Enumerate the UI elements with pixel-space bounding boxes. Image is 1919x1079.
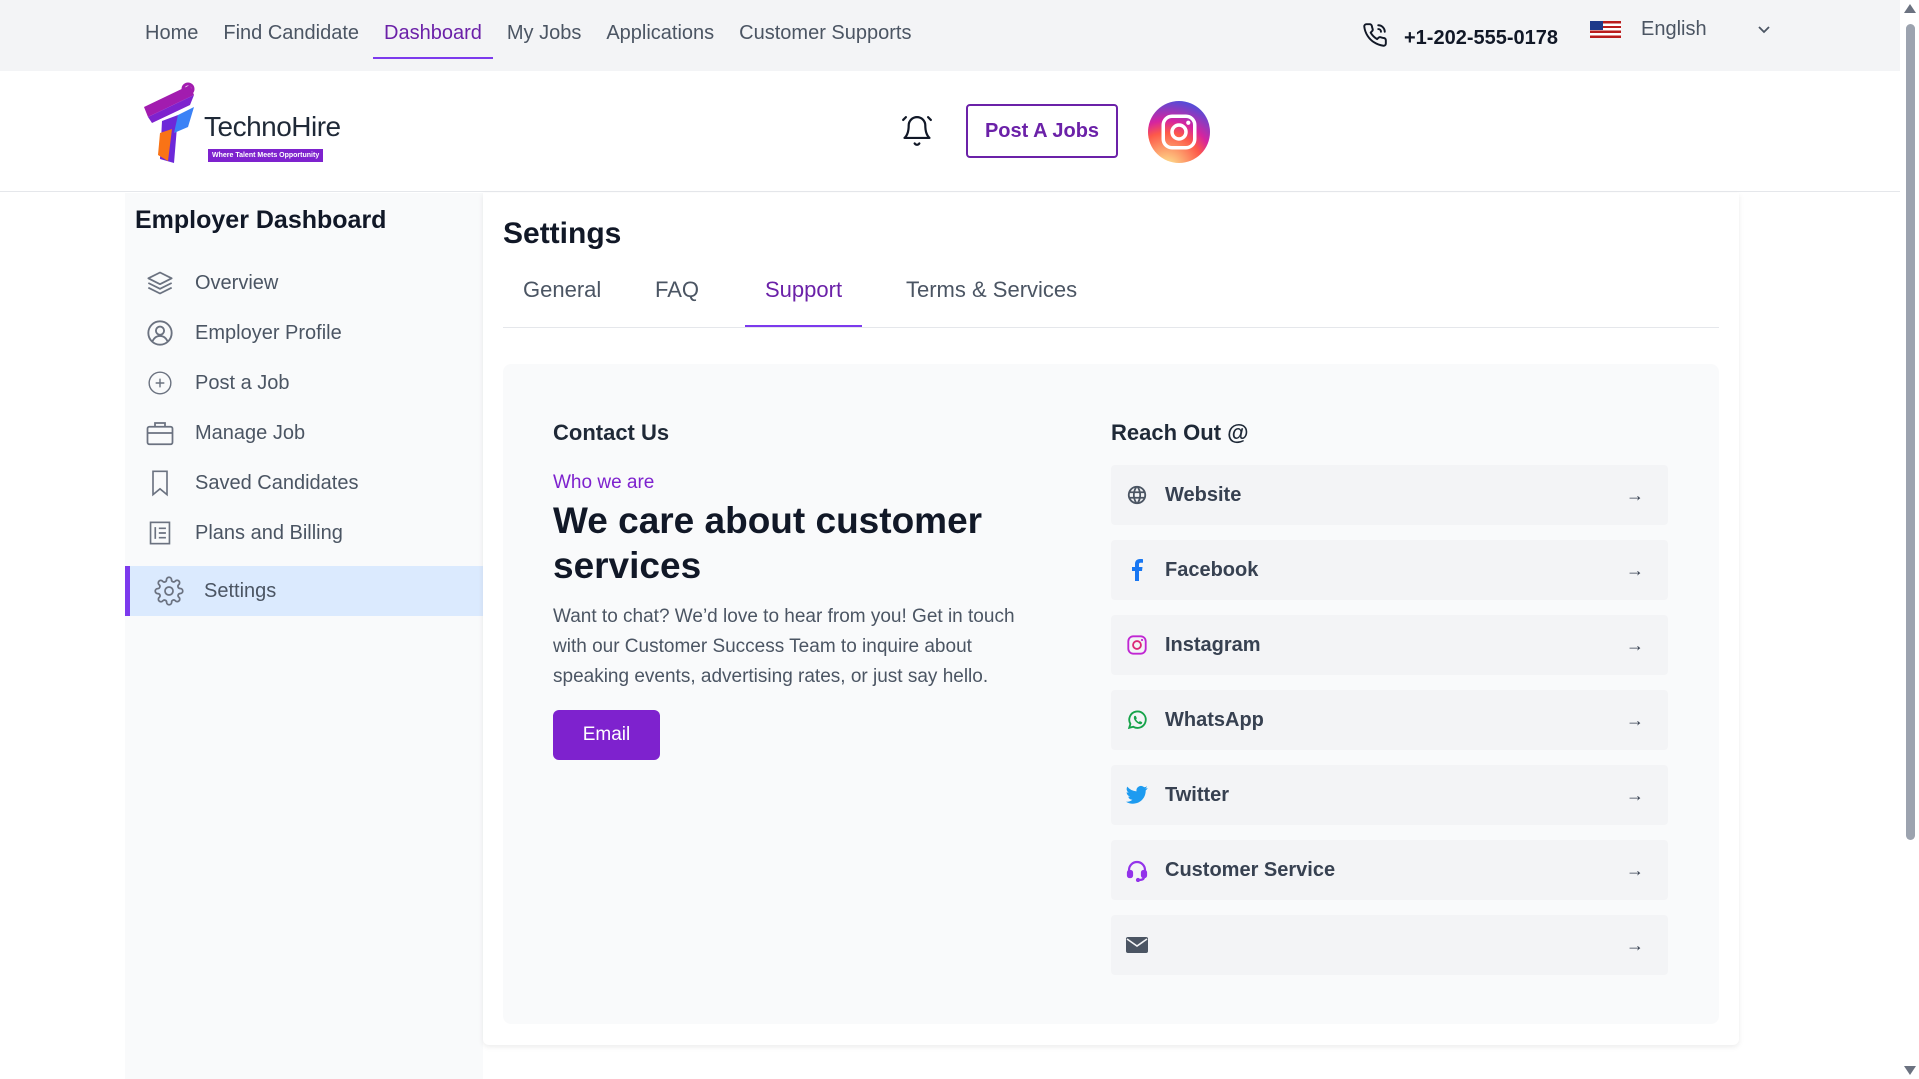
instagram-logo-icon xyxy=(1161,114,1197,150)
sidebar-item-employer-profile[interactable]: Employer Profile xyxy=(125,308,483,358)
twitter-icon xyxy=(1125,783,1149,807)
reach-item-instagram[interactable]: Instagram → xyxy=(1111,615,1668,675)
us-flag-icon xyxy=(1590,21,1621,38)
sidebar-item-overview[interactable]: Overview xyxy=(125,258,483,308)
briefcase-icon xyxy=(145,418,175,448)
phone-number: +1-202-555-0178 xyxy=(1404,26,1559,49)
nav-link-home[interactable]: Home xyxy=(145,22,198,59)
settings-card: Settings General FAQ Support Terms & Ser… xyxy=(483,193,1739,1045)
technohire-logo[interactable]: TechnoHire Where Talent Meets Opportunit… xyxy=(138,77,348,167)
phone-icon xyxy=(1362,22,1388,54)
nav-link-applications[interactable]: Applications xyxy=(606,22,714,59)
reach-item-label: Twitter xyxy=(1165,783,1230,806)
sidebar-item-plans-and-billing[interactable]: Plans and Billing xyxy=(125,508,483,558)
tab-faq[interactable]: FAQ xyxy=(635,275,719,327)
scroll-down-arrow-icon[interactable] xyxy=(1904,1066,1916,1075)
site-header: TechnoHire Where Talent Meets Opportunit… xyxy=(0,71,1900,192)
whatsapp-icon xyxy=(1125,708,1149,732)
nav-link-find-candidate[interactable]: Find Candidate xyxy=(223,22,359,59)
reach-item-whatsapp[interactable]: WhatsApp → xyxy=(1111,690,1668,750)
page-title: Settings xyxy=(503,217,622,250)
bell-icon[interactable] xyxy=(900,113,934,149)
support-description: Want to chat? We’d love to hear from you… xyxy=(553,606,1015,687)
tab-support[interactable]: Support xyxy=(745,275,863,327)
reach-item-label: Instagram xyxy=(1165,633,1261,656)
reach-item-email[interactable]: → xyxy=(1111,915,1668,975)
language-selector[interactable]: English xyxy=(1590,18,1771,41)
reach-item-label: Website xyxy=(1165,483,1242,506)
profile-avatar[interactable] xyxy=(1148,101,1210,163)
scrollbar-thumb[interactable] xyxy=(1906,24,1915,840)
arrow-right-icon: → xyxy=(1626,859,1644,880)
logo-text: TechnoHire xyxy=(204,111,341,142)
plus-circle-icon xyxy=(145,368,175,398)
reach-item-facebook[interactable]: Facebook → xyxy=(1111,540,1668,600)
reach-item-label: Customer Service xyxy=(1165,858,1336,881)
nav-link-my-jobs[interactable]: My Jobs xyxy=(507,22,581,59)
sidebar-item-saved-candidates[interactable]: Saved Candidates xyxy=(125,458,483,508)
arrow-right-icon: → xyxy=(1626,559,1644,580)
globe-icon xyxy=(1125,483,1149,507)
sidebar-item-label: Settings xyxy=(204,579,277,602)
sidebar-item-label: Plans and Billing xyxy=(195,521,343,544)
reach-item-customer-service[interactable]: Customer Service → xyxy=(1111,840,1668,900)
gear-icon xyxy=(154,576,184,606)
envelope-icon xyxy=(1125,933,1149,957)
tab-general[interactable]: General xyxy=(503,275,621,327)
tab-terms-and-services[interactable]: Terms & Services xyxy=(886,275,1097,327)
email-button[interactable]: Email xyxy=(553,710,660,760)
reach-item-twitter[interactable]: Twitter → xyxy=(1111,765,1668,825)
layers-icon xyxy=(145,268,175,298)
sidebar-item-label: Overview xyxy=(195,271,279,294)
arrow-right-icon: → xyxy=(1626,709,1644,730)
reach-item-label: Facebook xyxy=(1165,558,1259,581)
sidebar-item-label: Saved Candidates xyxy=(195,471,359,494)
sidebar-item-manage-job[interactable]: Manage Job xyxy=(125,408,483,458)
chevron-down-icon xyxy=(1757,22,1771,38)
contact-us-heading: Contact Us xyxy=(553,420,670,445)
top-navigation-bar: Home Find Candidate Dashboard My Jobs Ap… xyxy=(0,0,1900,71)
sidebar-title: Employer Dashboard xyxy=(135,206,387,234)
phone-contact[interactable]: +1-202-555-0178 xyxy=(1362,22,1558,54)
logo-mark-icon xyxy=(144,82,195,163)
document-icon xyxy=(145,518,175,548)
headset-icon xyxy=(1125,858,1149,882)
language-label: English xyxy=(1641,18,1707,40)
employer-sidebar: Employer Dashboard Overview Employer Pro… xyxy=(125,193,483,1079)
logo-tagline: Where Talent Meets Opportunity xyxy=(208,149,324,162)
sidebar-item-label: Employer Profile xyxy=(195,321,342,344)
scroll-up-arrow-icon[interactable] xyxy=(1904,4,1916,13)
arrow-right-icon: → xyxy=(1626,634,1644,655)
sidebar-item-label: Manage Job xyxy=(195,421,306,444)
instagram-icon xyxy=(1125,633,1149,657)
support-headline: We care about customer services xyxy=(553,500,983,586)
reach-item-label: WhatsApp xyxy=(1165,708,1264,731)
nav-link-customer-supports[interactable]: Customer Supports xyxy=(739,22,911,59)
top-nav: Home Find Candidate Dashboard My Jobs Ap… xyxy=(145,22,936,59)
nav-link-dashboard[interactable]: Dashboard xyxy=(373,22,493,59)
sidebar-item-settings[interactable]: Settings xyxy=(125,566,483,616)
settings-tabs: General FAQ Support Terms & Services xyxy=(503,275,1719,328)
arrow-right-icon: → xyxy=(1626,784,1644,805)
who-we-are-label: Who we are xyxy=(553,472,655,493)
user-circle-icon xyxy=(145,318,175,348)
bookmark-icon xyxy=(145,468,175,498)
arrow-right-icon: → xyxy=(1626,934,1644,955)
post-a-job-button[interactable]: Post A Jobs xyxy=(966,104,1118,158)
arrow-right-icon: → xyxy=(1626,484,1644,505)
sidebar-item-label: Post a Job xyxy=(195,371,290,394)
reach-item-website[interactable]: Website → xyxy=(1111,465,1668,525)
facebook-icon xyxy=(1125,558,1149,582)
reach-out-heading: Reach Out @ xyxy=(1111,420,1249,445)
sidebar-item-post-a-job[interactable]: Post a Job xyxy=(125,358,483,408)
support-panel: Contact Us Who we are We care about cust… xyxy=(503,364,1719,1024)
